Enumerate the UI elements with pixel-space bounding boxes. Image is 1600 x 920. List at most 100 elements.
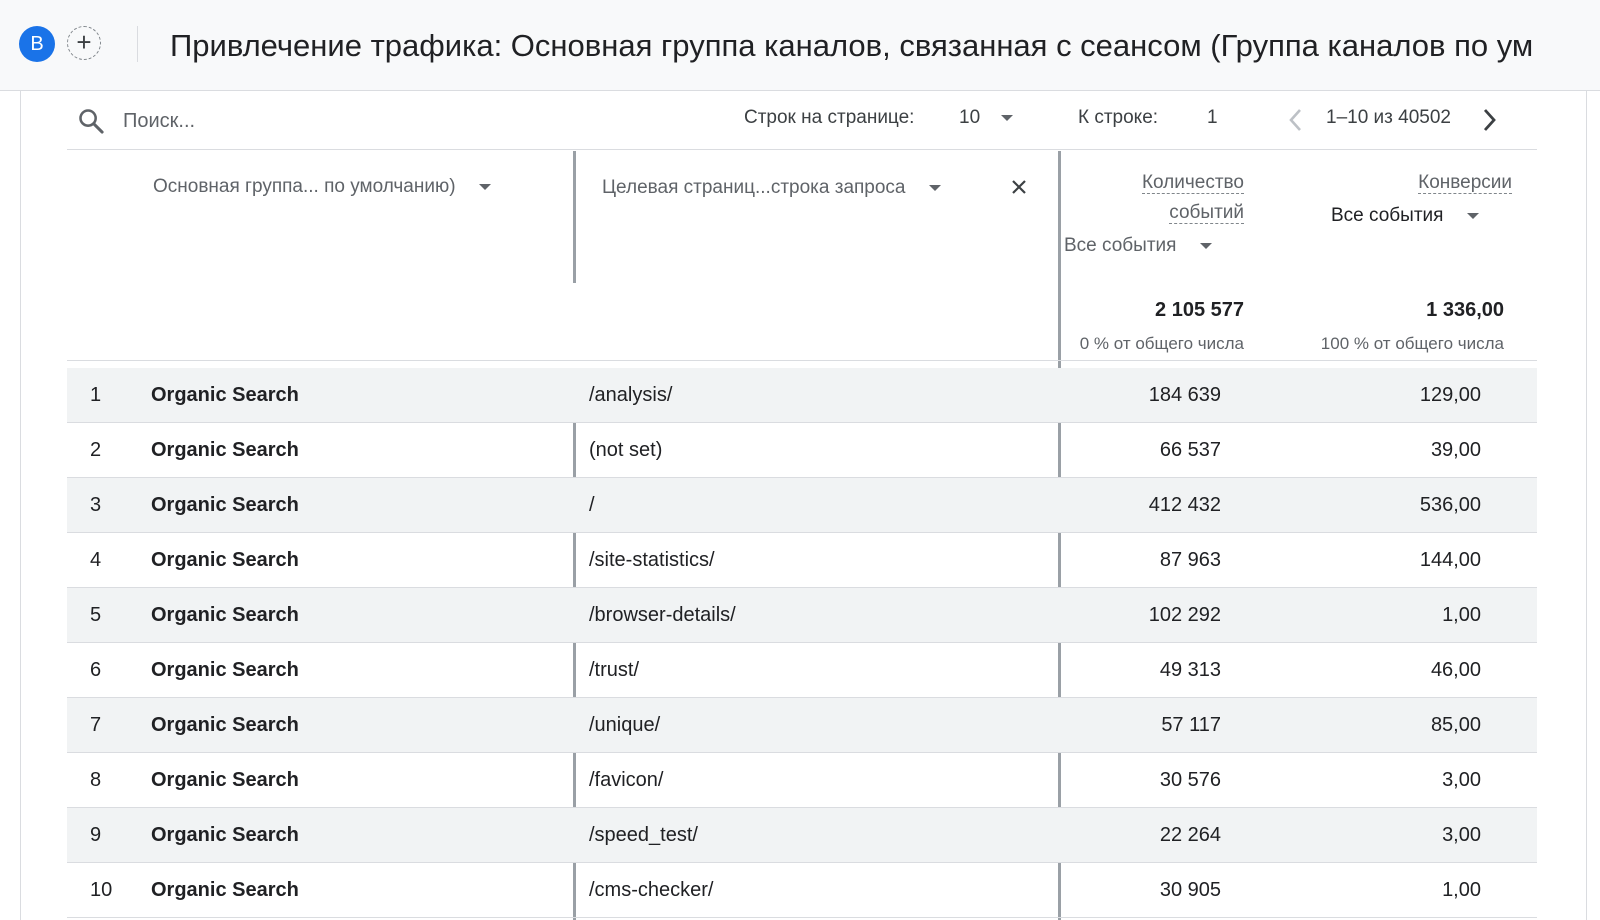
row-index: 9 <box>90 824 102 846</box>
conversions-cell: 85,00 <box>1430 714 1481 736</box>
table-row[interactable]: 1 Organic Search /analysis/ 184 639 129,… <box>67 368 1537 423</box>
next-page-icon[interactable] <box>1477 105 1501 135</box>
card-border-right <box>1586 91 1587 920</box>
table-row[interactable]: 8 Organic Search /favicon/ 30 576 3,00 <box>67 753 1537 808</box>
table-row[interactable]: 4 Organic Search /site-statistics/ 87 96… <box>67 533 1537 588</box>
channel-cell: Organic Search <box>151 769 299 791</box>
events-cell: 102 292 <box>1148 604 1221 626</box>
table-row[interactable]: 3 Organic Search / 412 432 536,00 <box>67 478 1537 533</box>
total-conversions-percent: 100 % от общего числа <box>1320 334 1504 353</box>
landing-page-cell: /cms-checker/ <box>589 879 714 901</box>
landing-page-cell: /browser-details/ <box>589 604 736 626</box>
chevron-down-icon <box>1199 242 1212 249</box>
table-toolbar: Строк на странице: 10 К строке: 1 1–10 и… <box>67 91 1537 150</box>
landing-page-cell: (not set) <box>589 439 663 461</box>
metric-conversions-header[interactable]: Конверсии <box>1300 168 1512 198</box>
conversions-cell: 536,00 <box>1419 494 1481 516</box>
goto-row-label: К строке: <box>1078 107 1159 128</box>
metric-events-filter-label: Все события <box>1064 235 1177 256</box>
conversions-cell: 3,00 <box>1442 769 1481 791</box>
rows-per-page-label: Строк на странице: <box>744 107 915 128</box>
row-index: 2 <box>90 439 102 461</box>
conversions-cell: 3,00 <box>1442 824 1481 846</box>
comparison-avatar[interactable]: B <box>19 26 55 62</box>
search-input[interactable] <box>121 105 385 137</box>
total-events-percent: 0 % от общего числа <box>1079 334 1244 353</box>
row-index: 3 <box>90 494 102 516</box>
remove-dimension-close-icon[interactable] <box>1010 178 1028 196</box>
chevron-down-icon <box>928 184 941 191</box>
rows-per-page-value: 10 <box>959 107 981 128</box>
metric-events-header[interactable]: Количество событий <box>1080 168 1244 228</box>
table-row[interactable]: 6 Organic Search /trust/ 49 313 46,00 <box>67 643 1537 698</box>
table-row[interactable]: 5 Organic Search /browser-details/ 102 2… <box>67 588 1537 643</box>
chevron-down-icon <box>1466 212 1479 219</box>
events-cell: 412 432 <box>1148 494 1221 516</box>
row-index: 10 <box>90 879 113 901</box>
conversions-cell: 1,00 <box>1442 604 1481 626</box>
landing-page-cell: /unique/ <box>589 714 661 736</box>
chevron-down-icon <box>1001 114 1014 121</box>
pagination-range: 1–10 из 40502 <box>1326 107 1451 128</box>
conversions-cell: 144,00 <box>1419 549 1481 571</box>
conversions-cell: 46,00 <box>1430 659 1481 681</box>
table-row[interactable]: 7 Organic Search /unique/ 57 117 85,00 <box>67 698 1537 753</box>
card-border-left <box>20 91 21 920</box>
metric-events-filter[interactable]: Все события <box>1064 235 1212 257</box>
channel-cell: Organic Search <box>151 659 299 681</box>
channel-cell: Organic Search <box>151 879 299 901</box>
row-index: 5 <box>90 604 102 626</box>
landing-page-cell: /site-statistics/ <box>589 549 715 571</box>
events-cell: 87 963 <box>1159 549 1221 571</box>
total-events: 2 105 577 <box>1155 299 1244 321</box>
rows-per-page-select[interactable]: 10 <box>959 107 1014 129</box>
channel-cell: Organic Search <box>151 714 299 736</box>
channel-cell: Organic Search <box>151 439 299 461</box>
metric-conversions-name: Конверсии <box>1418 172 1512 194</box>
channel-cell: Organic Search <box>151 549 299 571</box>
events-cell: 49 313 <box>1159 659 1221 681</box>
row-index: 4 <box>90 549 102 571</box>
events-cell: 30 905 <box>1159 879 1221 901</box>
conversions-cell: 39,00 <box>1430 439 1481 461</box>
total-conversions: 1 336,00 <box>1426 299 1504 321</box>
landing-page-cell: /trust/ <box>589 659 640 681</box>
events-cell: 184 639 <box>1148 384 1221 406</box>
row-index: 1 <box>90 384 102 406</box>
header-divider <box>67 360 1537 361</box>
dimension2-selector[interactable]: Целевая страниц...строка запроса <box>602 177 941 199</box>
report-header: B + Привлечение трафика: Основная группа… <box>0 0 1600 91</box>
landing-page-cell: /speed_test/ <box>589 824 698 846</box>
conversions-cell: 129,00 <box>1419 384 1481 406</box>
events-cell: 30 576 <box>1159 769 1221 791</box>
conversions-cell: 1,00 <box>1442 879 1481 901</box>
dimension1-selector[interactable]: Основная группа... по умолчанию) <box>153 176 491 198</box>
chevron-down-icon <box>478 183 491 190</box>
events-cell: 57 117 <box>1161 714 1221 736</box>
landing-page-cell: / <box>589 494 595 516</box>
column-divider[interactable] <box>573 151 576 283</box>
table-row[interactable]: 9 Organic Search /speed_test/ 22 264 3,0… <box>67 808 1537 863</box>
channel-cell: Organic Search <box>151 604 299 626</box>
dimension2-label: Целевая страниц...строка запроса <box>602 177 906 198</box>
metric-events-name-line1: Количество <box>1141 172 1244 194</box>
metric-conversions-filter[interactable]: Все события <box>1331 205 1479 227</box>
goto-row-input[interactable]: 1 <box>1207 107 1218 129</box>
channel-cell: Organic Search <box>151 494 299 516</box>
events-cell: 22 264 <box>1159 824 1221 846</box>
search-icon[interactable] <box>77 107 105 135</box>
landing-page-cell: /analysis/ <box>589 384 673 406</box>
table-row[interactable]: 2 Organic Search (not set) 66 537 39,00 <box>67 423 1537 478</box>
dimension1-label: Основная группа... по умолчанию) <box>153 176 456 197</box>
channel-cell: Organic Search <box>151 824 299 846</box>
metric-events-name-line2: событий <box>1169 202 1244 224</box>
row-index: 8 <box>90 769 102 791</box>
metric-conversions-filter-label: Все события <box>1331 205 1444 226</box>
table-row[interactable]: 10 Organic Search /cms-checker/ 30 905 1… <box>67 863 1537 918</box>
page-title: Привлечение трафика: Основная группа кан… <box>170 28 1534 63</box>
header-divider <box>137 26 138 62</box>
previous-page-icon[interactable] <box>1284 105 1308 135</box>
events-cell: 66 537 <box>1159 439 1221 461</box>
channel-cell: Organic Search <box>151 384 299 406</box>
add-comparison-button[interactable]: + <box>67 26 101 60</box>
